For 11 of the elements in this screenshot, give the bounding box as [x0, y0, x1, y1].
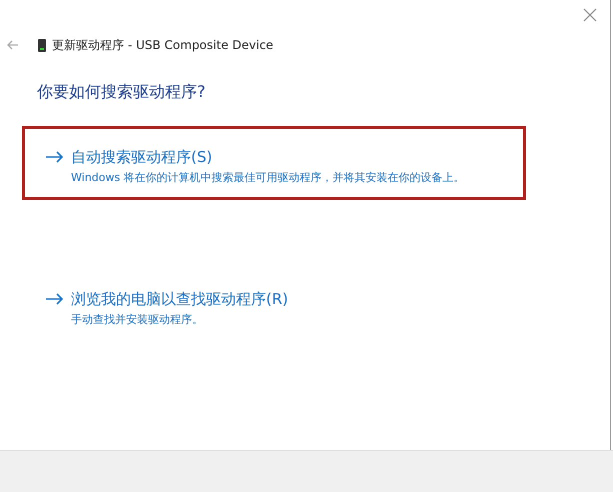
arrow-icon	[46, 293, 64, 306]
option-link[interactable]: 浏览我的电脑以查找驱动程序(R)	[71, 288, 288, 310]
window-title: 更新驱动程序 - USB Composite Device	[52, 37, 274, 54]
arrow-icon	[46, 151, 64, 164]
option-description: Windows 将在你的计算机中搜索最佳可用驱动程序，并将其安装在你的设备上。	[71, 170, 466, 186]
option-description: 手动查找并安装驱动程序。	[71, 312, 204, 328]
device-icon	[38, 38, 46, 52]
close-icon[interactable]	[583, 8, 597, 22]
option-link[interactable]: 自动搜索驱动程序(S)	[71, 146, 212, 168]
back-arrow-icon[interactable]	[7, 40, 19, 50]
heading: 你要如何搜索驱动程序?	[37, 81, 206, 103]
